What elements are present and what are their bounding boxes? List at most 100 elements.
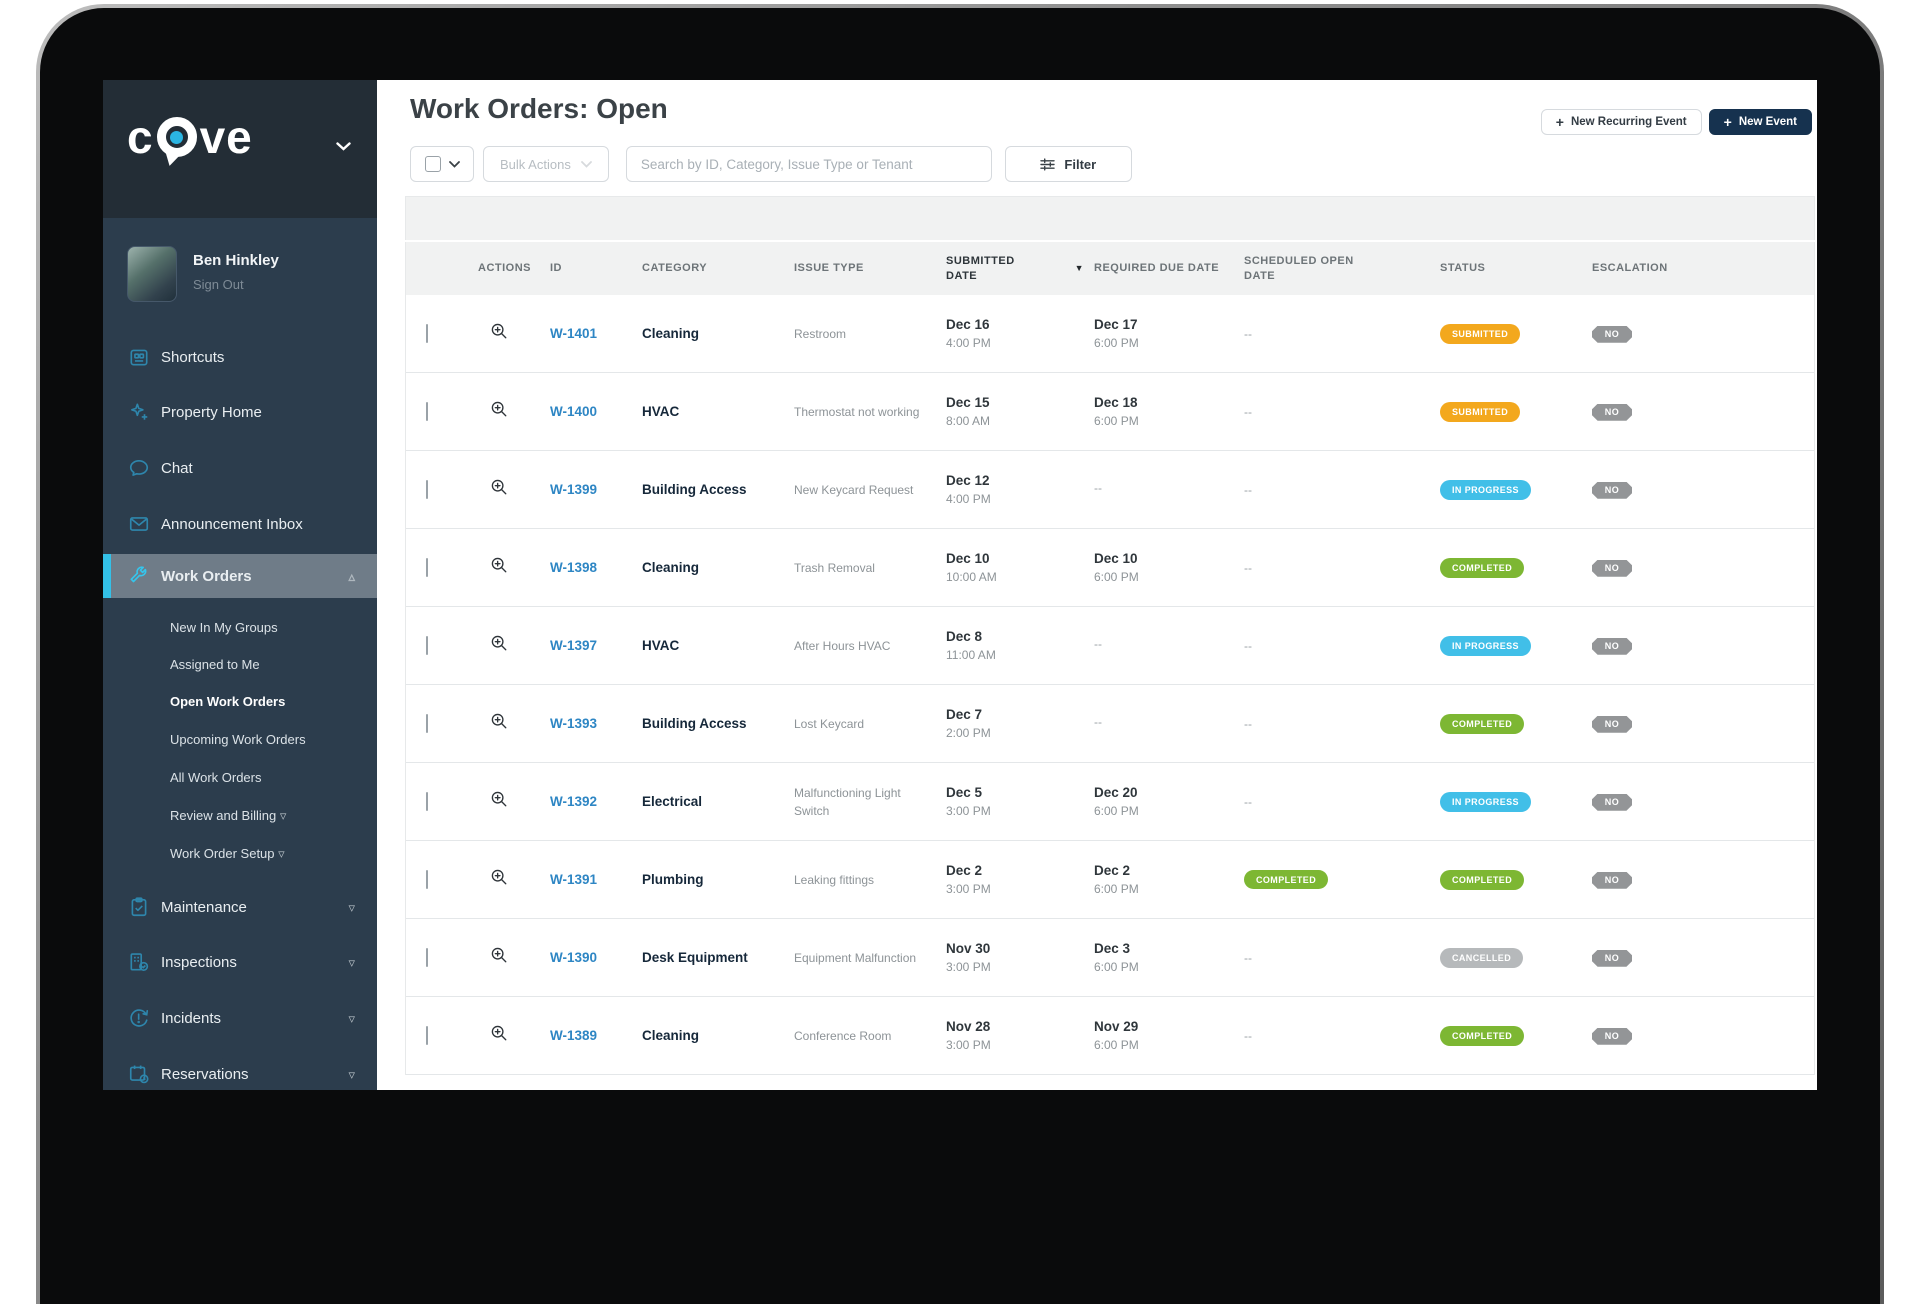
- category-cell: Cleaning: [642, 326, 700, 341]
- filter-icon: [1040, 157, 1056, 171]
- row-checkbox[interactable]: [426, 869, 428, 889]
- table-row[interactable]: W-1399 Building Access New Keycard Reque…: [406, 451, 1814, 529]
- chevron-down-icon[interactable]: ▿: [280, 808, 287, 823]
- column-header-status[interactable]: STATUS: [1440, 261, 1592, 276]
- work-order-id-link[interactable]: W-1398: [550, 560, 642, 575]
- sidebar-subitem-all-work-orders[interactable]: All Work Orders: [170, 770, 262, 785]
- zoom-in-action-icon[interactable]: [490, 634, 550, 657]
- work-order-id-link[interactable]: W-1392: [550, 794, 642, 809]
- new-recurring-event-button[interactable]: + New Recurring Event: [1540, 109, 1702, 135]
- status-badge: CANCELLED: [1440, 947, 1524, 968]
- table-row[interactable]: W-1393 Building Access Lost Keycard Dec …: [406, 685, 1814, 763]
- zoom-in-action-icon[interactable]: [490, 322, 550, 345]
- sidebar-item-label: Work Orders: [161, 567, 252, 585]
- column-header-id[interactable]: ID: [550, 261, 642, 276]
- chevron-down-icon[interactable]: ▿: [348, 901, 355, 914]
- table-row[interactable]: W-1401 Cleaning Restroom Dec 16 4:00 PM …: [406, 295, 1814, 373]
- app-screen: c ve Ben Hinkley Sign Out Shortcuts Prop…: [103, 80, 1817, 1090]
- sidebar-item-label: Chat: [161, 459, 193, 477]
- bulk-actions-button[interactable]: Bulk Actions: [483, 146, 609, 182]
- required-due-date-cell: --: [1094, 480, 1102, 495]
- row-checkbox[interactable]: [426, 557, 428, 577]
- row-checkbox[interactable]: [426, 947, 428, 967]
- sidebar-item-work-orders[interactable]: Work Orders ▵: [103, 554, 377, 598]
- table-row[interactable]: W-1391 Plumbing Leaking fittings Dec 2 3…: [406, 841, 1814, 919]
- column-header-issue-type[interactable]: ISSUE TYPE: [794, 261, 946, 276]
- sidebar-item-label: Incidents: [161, 1009, 222, 1027]
- new-event-button[interactable]: + New Event: [1708, 109, 1812, 135]
- collapse-chevron-icon[interactable]: ▵: [348, 570, 355, 583]
- table-row[interactable]: W-1389 Cleaning Conference Room Nov 28 3…: [406, 997, 1814, 1075]
- table-row[interactable]: W-1397 HVAC After Hours HVAC Dec 8 11:00…: [406, 607, 1814, 685]
- chevron-down-icon[interactable]: [336, 138, 351, 156]
- status-badge: IN PROGRESS: [1440, 635, 1531, 656]
- row-checkbox[interactable]: [426, 791, 428, 811]
- sidebar-item-reservations[interactable]: Reservations ▿: [103, 1052, 377, 1090]
- sort-desc-icon[interactable]: ▼: [1075, 262, 1084, 274]
- select-all-dropdown[interactable]: [410, 146, 474, 182]
- work-order-id-link[interactable]: W-1391: [550, 872, 642, 887]
- column-header-escalation[interactable]: ESCALATION: [1592, 261, 1742, 276]
- work-order-id-link[interactable]: W-1400: [550, 404, 642, 419]
- table-row[interactable]: W-1390 Desk Equipment Equipment Malfunct…: [406, 919, 1814, 997]
- chevron-down-icon[interactable]: ▿: [348, 1012, 355, 1025]
- work-order-id-link[interactable]: W-1401: [550, 326, 642, 341]
- row-checkbox[interactable]: [426, 401, 428, 421]
- row-checkbox[interactable]: [426, 479, 428, 499]
- maintenance-icon: [128, 896, 150, 918]
- zoom-in-action-icon[interactable]: [490, 712, 550, 735]
- row-checkbox[interactable]: [426, 635, 428, 655]
- sidebar-subitem-new-in-my-groups[interactable]: New In My Groups: [170, 620, 278, 635]
- row-checkbox[interactable]: [426, 323, 428, 343]
- column-header-scheduled-open-date[interactable]: SCHEDULED OPEN DATE: [1244, 254, 1369, 284]
- row-checkbox[interactable]: [426, 1025, 428, 1045]
- table-row[interactable]: W-1400 HVAC Thermostat not working Dec 1…: [406, 373, 1814, 451]
- zoom-in-action-icon[interactable]: [490, 556, 550, 579]
- search-input[interactable]: [625, 146, 992, 182]
- plus-icon: +: [1555, 114, 1564, 130]
- sidebar-item-maintenance[interactable]: Maintenance ▿: [103, 885, 377, 929]
- sidebar-subitem-open-work-orders[interactable]: Open Work Orders: [170, 694, 285, 709]
- work-order-id-link[interactable]: W-1390: [550, 950, 642, 965]
- column-header-category[interactable]: CATEGORY: [642, 261, 794, 276]
- zoom-in-action-icon[interactable]: [490, 478, 550, 501]
- logo-block: c ve: [103, 80, 377, 218]
- work-order-id-link[interactable]: W-1393: [550, 716, 642, 731]
- sidebar: c ve Ben Hinkley Sign Out Shortcuts Prop…: [103, 80, 377, 1090]
- zoom-in-action-icon[interactable]: [490, 400, 550, 423]
- sidebar-item-shortcuts[interactable]: Shortcuts: [103, 335, 377, 379]
- table-row[interactable]: W-1398 Cleaning Trash Removal Dec 10 10:…: [406, 529, 1814, 607]
- sidebar-item-inspections[interactable]: Inspections ▿: [103, 940, 377, 984]
- work-order-id-link[interactable]: W-1399: [550, 482, 642, 497]
- zoom-in-action-icon[interactable]: [490, 1024, 550, 1047]
- sidebar-subitem-assigned-to-me[interactable]: Assigned to Me: [170, 657, 260, 672]
- sidebar-item-label: Property Home: [161, 403, 262, 421]
- column-header-required-due-date[interactable]: REQUIRED DUE DATE: [1094, 261, 1244, 276]
- sidebar-item-chat[interactable]: Chat: [103, 446, 377, 490]
- work-order-id-link[interactable]: W-1397: [550, 638, 642, 653]
- zoom-in-action-icon[interactable]: [490, 946, 550, 969]
- select-all-checkbox[interactable]: [424, 156, 441, 172]
- row-checkbox[interactable]: [426, 713, 428, 733]
- column-header-actions[interactable]: ACTIONS: [478, 261, 550, 276]
- cove-logo[interactable]: c ve: [127, 114, 253, 168]
- table-row[interactable]: W-1392 Electrical Malfunctioning Light S…: [406, 763, 1814, 841]
- sidebar-subitem-work-order-setup[interactable]: Work Order Setup ▿: [170, 846, 285, 861]
- zoom-in-action-icon[interactable]: [490, 790, 550, 813]
- submitted-date-cell: Dec 12 4:00 PM: [946, 473, 991, 506]
- sidebar-subitem-upcoming-work-orders[interactable]: Upcoming Work Orders: [170, 732, 306, 747]
- chevron-down-icon[interactable]: ▿: [278, 846, 285, 861]
- chevron-down-icon[interactable]: ▿: [348, 956, 355, 969]
- avatar[interactable]: [127, 246, 177, 302]
- sidebar-item-announcement-inbox[interactable]: Announcement Inbox: [103, 502, 377, 546]
- inspections-icon: [128, 951, 150, 973]
- chevron-down-icon[interactable]: ▿: [348, 1068, 355, 1081]
- filter-button[interactable]: Filter: [1004, 146, 1132, 182]
- column-header-submitted-date[interactable]: SUBMITTED DATE ▼: [946, 254, 1094, 284]
- zoom-in-action-icon[interactable]: [490, 868, 550, 891]
- sidebar-subitem-review-and-billing[interactable]: Review and Billing ▿: [170, 808, 286, 823]
- sidebar-item-property-home[interactable]: Property Home: [103, 390, 377, 434]
- sign-out-link[interactable]: Sign Out: [193, 277, 279, 292]
- sidebar-item-incidents[interactable]: Incidents ▿: [103, 996, 377, 1040]
- work-order-id-link[interactable]: W-1389: [550, 1028, 642, 1043]
